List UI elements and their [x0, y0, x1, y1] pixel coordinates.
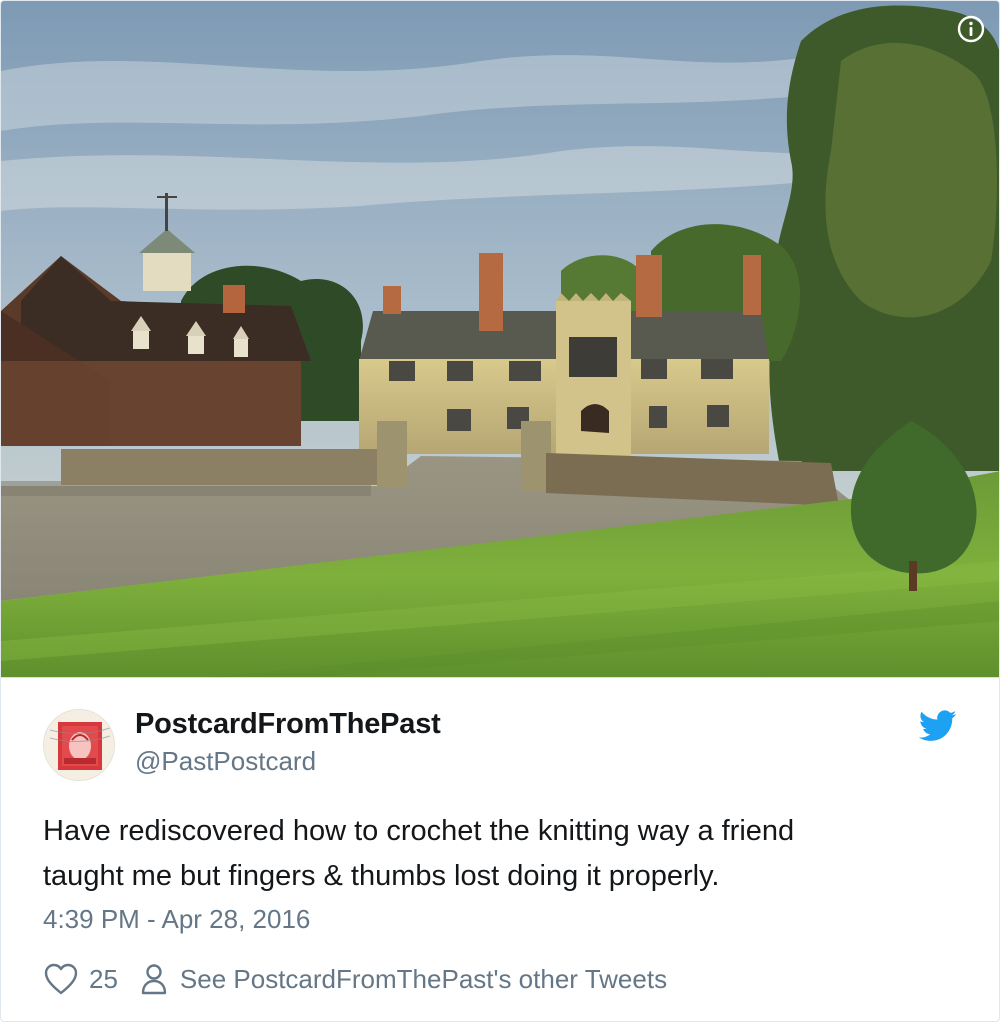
like-count[interactable]: 25 — [89, 964, 118, 995]
twitter-bird-icon[interactable] — [919, 709, 957, 743]
tweet-media-image[interactable] — [1, 1, 999, 678]
person-icon[interactable] — [140, 963, 168, 995]
embedded-tweet-card: PostcardFromThePast @PastPostcard Have r… — [0, 0, 1000, 1022]
tweet-text-line: taught me but fingers & thumbs lost doin… — [43, 860, 720, 892]
info-icon[interactable] — [957, 15, 985, 43]
author-avatar[interactable] — [43, 709, 115, 781]
author-display-name[interactable]: PostcardFromThePast — [135, 708, 441, 741]
manor-house-photo — [1, 1, 999, 677]
tweet-actions: 25 See PostcardFromThePast's other Tweet… — [43, 959, 667, 999]
author-handle[interactable]: @PastPostcard — [135, 746, 316, 777]
tweet-text: Have rediscovered how to crochet the kni… — [43, 809, 943, 899]
tweet-timestamp[interactable]: 4:39 PM - Apr 28, 2016 — [43, 904, 310, 935]
see-other-tweets-link[interactable]: See PostcardFromThePast's other Tweets — [180, 964, 667, 995]
tweet-text-line: Have rediscovered how to crochet the kni… — [43, 815, 795, 847]
heart-icon[interactable] — [43, 962, 79, 996]
postage-stamp-avatar-icon — [44, 710, 114, 780]
